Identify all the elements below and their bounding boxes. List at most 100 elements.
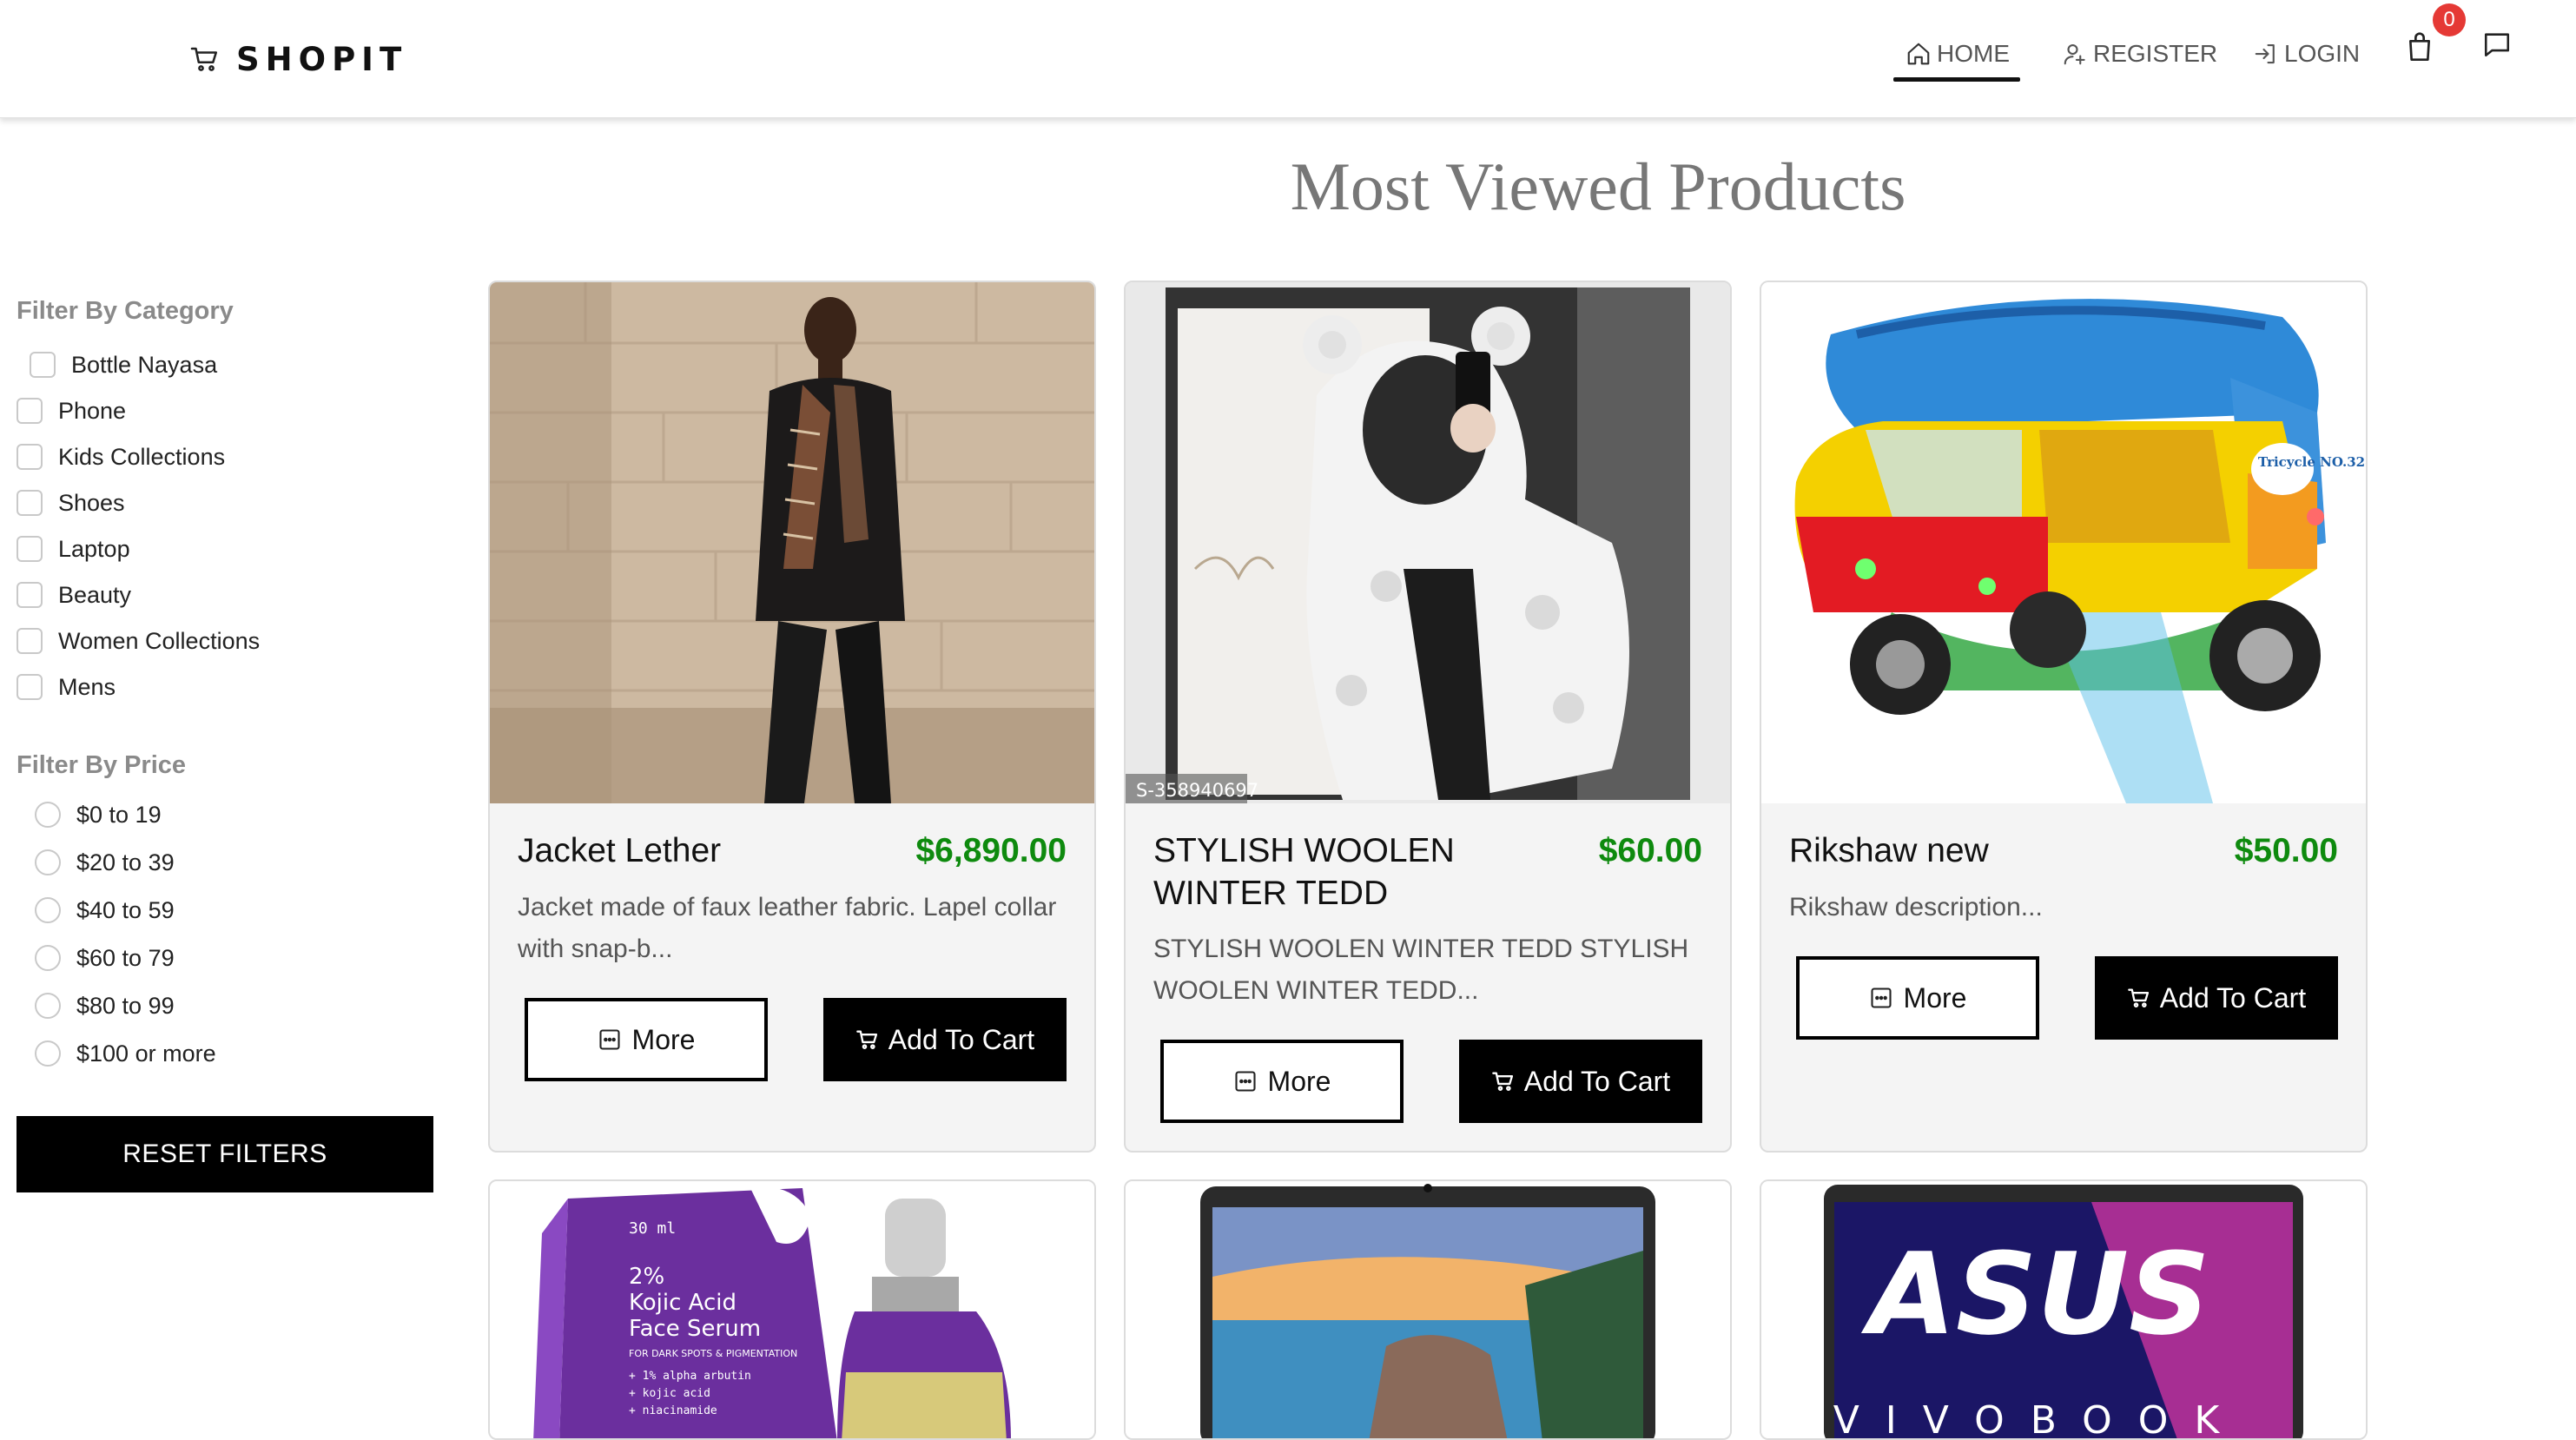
category-label: Women Collections — [58, 627, 261, 654]
checkbox[interactable] — [30, 352, 56, 378]
checkbox[interactable] — [17, 628, 43, 654]
radio-button[interactable] — [35, 897, 61, 923]
category-filter-option[interactable]: Kids Collections — [17, 439, 225, 474]
serum-photo: 30 ml 2% Kojic Acid Face Serum FOR DARK … — [490, 1181, 1094, 1438]
product-description: Rikshaw description... — [1789, 893, 2043, 921]
product-image[interactable]: Tricycle NO.3288B — [1761, 282, 2366, 803]
product-image[interactable]: 30 ml 2% Kojic Acid Face Serum FOR DARK … — [490, 1181, 1094, 1438]
nav-register-label: REGISTER — [2093, 40, 2218, 67]
more-icon — [1234, 1071, 1256, 1092]
category-label: Kids Collections — [58, 443, 226, 470]
price-filter-option[interactable]: $80 to 99 — [35, 988, 175, 1024]
radio-button[interactable] — [35, 945, 61, 971]
product-name[interactable]: Jacket Lether — [518, 829, 900, 872]
radio-button[interactable] — [35, 849, 61, 875]
login-icon — [2255, 43, 2275, 64]
price-filter-option[interactable]: $100 or more — [35, 1035, 216, 1072]
image-text: 30 ml — [629, 1219, 676, 1238]
nav-login-label: LOGIN — [2284, 40, 2361, 67]
more-button[interactable]: More — [525, 998, 768, 1081]
filter-category-heading: Filter By Category — [17, 297, 234, 325]
cart-count-badge: 0 — [2433, 3, 2466, 36]
product-name[interactable]: STYLISH WOOLEN WINTER TEDD — [1153, 829, 1536, 915]
price-label: $100 or more — [76, 1040, 216, 1067]
add-to-cart-label: Add To Cart — [1523, 1065, 1671, 1097]
category-label: Bottle Nayasa — [71, 351, 218, 378]
cart-icon — [190, 47, 218, 71]
nav-login[interactable]: LOGIN — [2241, 24, 2372, 83]
category-filter-option[interactable]: Laptop — [17, 532, 130, 566]
cart-icon — [2127, 988, 2149, 1007]
nav-home-label: HOME — [1937, 40, 2010, 67]
chat-icon[interactable] — [2482, 30, 2512, 59]
product-price: $60.00 — [1598, 832, 1702, 869]
product-card — [1124, 1179, 1732, 1440]
radio-button[interactable] — [35, 802, 61, 828]
price-filter-option[interactable]: $60 to 79 — [35, 940, 175, 976]
shopping-bag-icon[interactable] — [2406, 30, 2434, 64]
nav-home[interactable]: HOME — [1893, 24, 2022, 83]
image-text: FOR DARK SPOTS & PIGMENTATION — [629, 1348, 797, 1359]
category-filter-option[interactable]: Women Collections — [17, 624, 260, 658]
category-filter-option[interactable]: Bottle Nayasa — [30, 347, 217, 382]
radio-button[interactable] — [35, 1040, 61, 1067]
category-filter-option[interactable]: Phone — [17, 393, 126, 428]
filter-price-heading: Filter By Price — [17, 751, 187, 779]
jacket-photo — [490, 282, 1094, 803]
category-filter-option[interactable]: Shoes — [17, 486, 125, 520]
price-filter-option[interactable]: $20 to 39 — [35, 844, 175, 881]
checkbox[interactable] — [17, 582, 43, 608]
category-filter-option[interactable]: Beauty — [17, 578, 131, 612]
asus-laptop-photo: ASUS VIVOBOOK — [1761, 1181, 2366, 1440]
more-button[interactable]: More — [1160, 1040, 1404, 1123]
more-icon — [1870, 988, 1892, 1008]
product-image[interactable]: ASUS VIVOBOOK — [1761, 1181, 2366, 1440]
image-text: VIVOBOOK — [1833, 1398, 2246, 1440]
brand-logo[interactable]: SHOPIT — [189, 35, 407, 83]
product-card: Tricycle NO.3288B Rikshaw new $50.00 Rik… — [1760, 281, 2368, 1153]
price-filter-option[interactable]: $0 to 19 — [35, 796, 162, 833]
checkbox[interactable] — [17, 490, 43, 516]
reset-filters-button[interactable]: RESET FILTERS — [17, 1116, 433, 1192]
category-label: Shoes — [58, 489, 125, 516]
home-icon — [1907, 43, 1930, 65]
more-icon — [598, 1029, 620, 1050]
checkbox[interactable] — [17, 674, 43, 700]
price-label: $40 to 59 — [76, 896, 175, 923]
price-label: $60 to 79 — [76, 944, 175, 971]
product-image[interactable]: S-358940697 — [1126, 282, 1730, 803]
laptop-photo — [1126, 1181, 1730, 1438]
image-text: + kojic acid — [629, 1387, 710, 1400]
add-to-cart-label: Add To Cart — [888, 1023, 1035, 1055]
price-label: $0 to 19 — [76, 801, 162, 828]
price-label: $80 to 99 — [76, 992, 175, 1019]
product-image[interactable] — [1126, 1181, 1730, 1438]
checkbox[interactable] — [17, 398, 43, 424]
image-caption: Tricycle NO.3288B — [2258, 454, 2366, 470]
product-description: STYLISH WOOLEN WINTER TEDD STYLISH WOOLE… — [1153, 935, 1689, 1005]
more-button[interactable]: More — [1796, 956, 2039, 1040]
cart-icon — [1491, 1072, 1513, 1091]
add-to-cart-button[interactable]: Add To Cart — [1459, 1040, 1702, 1123]
add-to-cart-button[interactable]: Add To Cart — [2095, 956, 2338, 1040]
image-text: + niacinamide — [629, 1404, 717, 1417]
image-text: + 1% alpha arbutin — [629, 1370, 751, 1383]
product-name[interactable]: Rikshaw new — [1789, 829, 2171, 872]
category-label: Mens — [58, 673, 116, 700]
nav-register[interactable]: REGISTER — [2050, 24, 2229, 83]
user-plus-icon — [2064, 43, 2085, 65]
product-image[interactable] — [490, 282, 1094, 803]
checkbox[interactable] — [17, 444, 43, 470]
add-to-cart-button[interactable]: Add To Cart — [823, 998, 1067, 1081]
page-title: Most Viewed Products — [1290, 149, 1906, 224]
image-text: Face Serum — [629, 1316, 761, 1342]
price-filter-option[interactable]: $40 to 59 — [35, 892, 175, 928]
category-label: Beauty — [58, 581, 132, 608]
category-filter-option[interactable]: Mens — [17, 670, 116, 704]
image-text: Kojic Acid — [629, 1290, 736, 1316]
radio-button[interactable] — [35, 993, 61, 1019]
product-price: $6,890.00 — [915, 832, 1067, 869]
checkbox[interactable] — [17, 536, 43, 562]
image-caption: S-358940697 — [1136, 780, 1258, 801]
brand-name: SHOPIT — [236, 40, 408, 78]
